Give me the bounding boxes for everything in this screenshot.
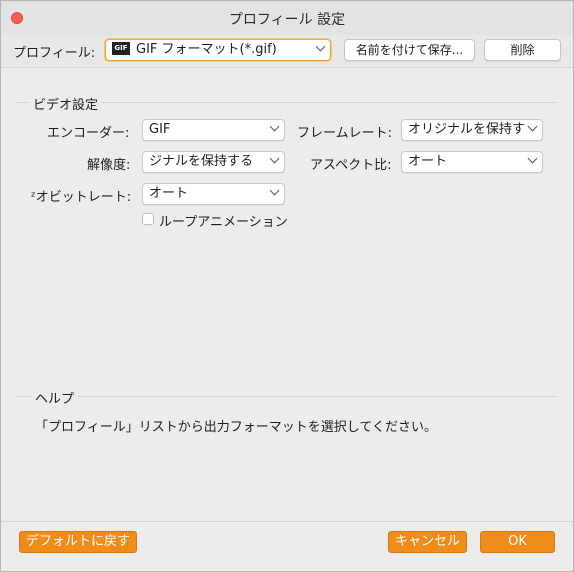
- resolution-select[interactable]: ジナルを保持する: [142, 151, 285, 173]
- chevron-down-icon: [271, 184, 278, 204]
- framerate-select-value: オリジナルを保持す: [408, 122, 526, 137]
- chevron-down-icon: [529, 152, 536, 172]
- profile-select[interactable]: GIF GIF フォーマット(*.gif): [105, 39, 331, 61]
- title-bar: プロフィール 設定: [1, 1, 573, 36]
- restore-default-button[interactable]: デフォルトに戻す: [19, 531, 137, 553]
- aspect-ratio-label: アスペクト比:: [310, 158, 392, 173]
- profile-select-value: GIF フォーマット(*.gif): [136, 42, 277, 57]
- framerate-select[interactable]: オリジナルを保持す: [401, 119, 543, 141]
- gif-file-icon: GIF: [112, 42, 130, 55]
- footer-divider: [1, 521, 573, 522]
- help-section-divider: [17, 396, 557, 397]
- loop-animation-checkbox[interactable]: [142, 213, 154, 225]
- encoder-label: エンコーダー:: [47, 126, 130, 141]
- profile-settings-window: プロフィール 設定 プロフィール: GIF GIF フォーマット(*.gif) 名…: [0, 0, 574, 572]
- chevron-down-icon: [271, 152, 278, 172]
- encoder-select-value: GIF: [149, 122, 171, 137]
- cancel-button[interactable]: キャンセル: [388, 531, 467, 553]
- video-section-label: ビデオ設定: [29, 94, 103, 113]
- ok-button[interactable]: OK: [480, 531, 555, 553]
- resolution-select-value: ジナルを保持する: [149, 154, 254, 169]
- encoder-select[interactable]: GIF: [142, 119, 285, 141]
- profile-toolbar: プロフィール: GIF GIF フォーマット(*.gif) 名前を付けて保存...…: [1, 35, 573, 68]
- profile-label: プロフィール:: [13, 46, 96, 61]
- chevron-down-icon: [529, 120, 536, 140]
- help-section-label: ヘルプ: [31, 388, 79, 407]
- bitrate-label: ᶻオビットレート:: [31, 190, 132, 205]
- save-as-button[interactable]: 名前を付けて保存...: [344, 39, 475, 61]
- chevron-down-icon: [317, 40, 324, 60]
- loop-animation-label: ループアニメーション: [159, 215, 288, 230]
- aspect-ratio-select-value: オート: [408, 154, 448, 169]
- resolution-label: 解像度:: [87, 158, 131, 173]
- delete-button[interactable]: 削除: [484, 39, 561, 61]
- bitrate-select[interactable]: オート: [142, 183, 285, 205]
- help-text: 「プロフィール」リストから出力フォーマットを選択してください。: [35, 420, 437, 435]
- aspect-ratio-select[interactable]: オート: [401, 151, 543, 173]
- window-title: プロフィール 設定: [228, 12, 346, 28]
- framerate-label: フレームレート:: [297, 126, 392, 141]
- chevron-down-icon: [271, 120, 278, 140]
- bitrate-select-value: オート: [149, 186, 189, 201]
